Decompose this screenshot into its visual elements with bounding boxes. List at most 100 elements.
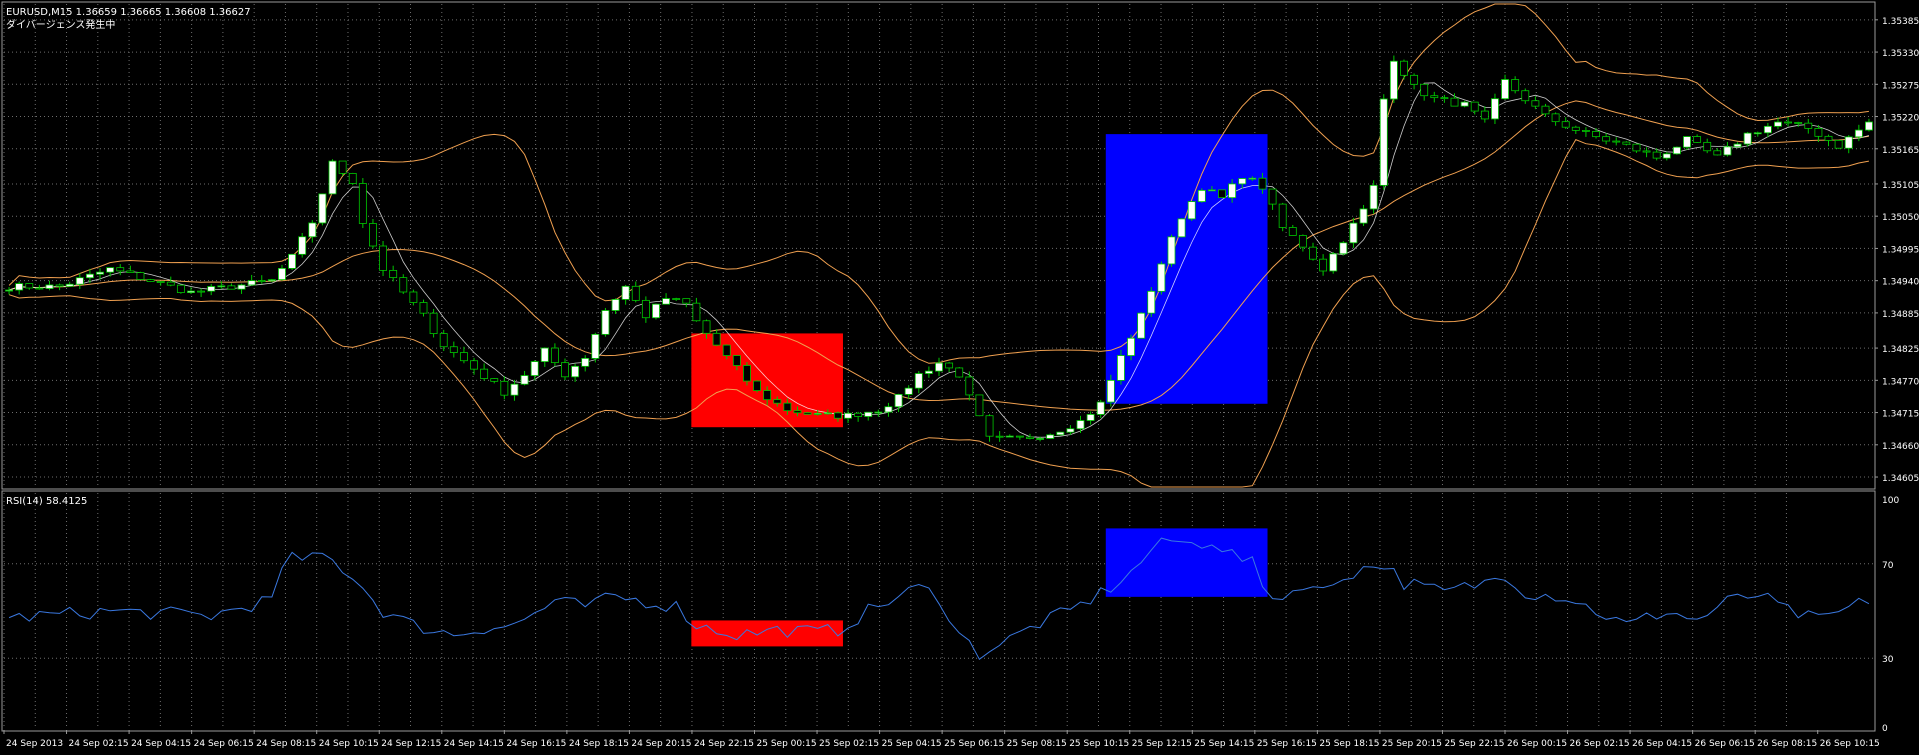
candle-body [1774, 121, 1782, 127]
candle-body [1349, 222, 1358, 244]
candle-body [1541, 105, 1550, 115]
time-axis-label: 25 Sep 00:15 [757, 739, 817, 749]
candle-body [1400, 60, 1408, 76]
candle-body [935, 362, 943, 372]
candle-body [1521, 90, 1530, 102]
candle-body [1844, 136, 1853, 149]
candle-body [45, 284, 54, 289]
candle-body [389, 269, 398, 278]
price-axis-label: 1.34885 [1882, 310, 1919, 320]
candle-body [1551, 113, 1560, 123]
candle-body [338, 160, 347, 174]
candle-body [1794, 122, 1803, 124]
candle-body [894, 394, 903, 408]
candle-body [267, 279, 276, 282]
time-axis-label: 25 Sep 10:15 [1069, 739, 1129, 749]
candle-body [278, 268, 286, 281]
candle-body [1683, 136, 1691, 148]
candle-body [823, 412, 832, 415]
candle-body [985, 415, 994, 437]
candle-body [480, 368, 489, 379]
time-axis-label: 26 Sep 10:15 [1820, 739, 1880, 749]
time-axis-label: 24 Sep 06:15 [194, 739, 254, 749]
candle-body [1642, 150, 1651, 153]
candle-body [217, 285, 226, 288]
price-axis-label: 1.34770 [1882, 377, 1919, 387]
rsi-axis-label: 100 [1882, 496, 1899, 506]
candle-body [247, 280, 256, 286]
candle-body [1470, 101, 1479, 112]
candle-body [1632, 143, 1641, 152]
price-axis-label: 1.35165 [1882, 146, 1919, 156]
candle-body [1167, 236, 1176, 265]
candle-body [1329, 253, 1338, 272]
candle-body [581, 357, 590, 367]
candle-body [1147, 290, 1156, 314]
candle-body [237, 284, 246, 290]
candle-body [1784, 121, 1793, 124]
candle-body [1379, 98, 1388, 186]
symbol-info: EURUSD,M15 1.36659 1.36665 1.36608 1.366… [6, 7, 251, 18]
rsi-label: RSI(14) 58.4125 [6, 496, 87, 507]
trading-chart[interactable]: 1.35385 1.35330 1.35275 1.35220 1.35165 1.351… [0, 0, 1919, 755]
time-axis-label: 24 Sep 08:15 [256, 739, 316, 749]
candle-body [1440, 97, 1449, 100]
candle-body [1359, 208, 1368, 224]
candle-body [1491, 98, 1499, 120]
candle-body [348, 173, 357, 184]
candle-body [1015, 435, 1024, 438]
candle-body [1592, 131, 1600, 138]
candle-body [1117, 355, 1125, 381]
candle-body [136, 272, 145, 280]
candle-body [1410, 74, 1419, 85]
price-axis-label: 1.35105 [1882, 181, 1919, 191]
candle-body [1703, 141, 1712, 152]
candle-body [369, 223, 377, 247]
candle-body [1005, 435, 1014, 438]
candle-body [1076, 420, 1085, 430]
candle-body [1480, 110, 1489, 120]
rsi-axis-label: 70 [1882, 561, 1894, 571]
candle-body [25, 283, 34, 289]
candle-body [166, 281, 175, 286]
candle-body [1187, 201, 1196, 220]
candle-body [813, 413, 822, 415]
price-axis-label: 1.35220 [1882, 114, 1919, 124]
candle-body [722, 344, 731, 356]
time-axis-label: 26 Sep 02:15 [1570, 739, 1630, 749]
candle-body [1137, 312, 1146, 339]
candle-body [621, 285, 630, 300]
candle-body [308, 222, 317, 238]
candle-body [1824, 135, 1833, 141]
candle-body [1177, 218, 1186, 238]
candle-body [429, 312, 438, 334]
time-axis-label: 25 Sep 22:15 [1444, 739, 1504, 749]
candle-body [571, 365, 580, 378]
candle-body [995, 435, 1004, 438]
candle-body [1693, 136, 1702, 143]
time-axis-label: 24 Sep 14:15 [444, 739, 504, 749]
candle-body [15, 283, 24, 291]
candle-body [793, 410, 802, 414]
rsi-divergence-box-blue [1105, 528, 1268, 597]
candle-body [288, 253, 297, 269]
candle-body [1763, 125, 1772, 134]
candle-body [955, 367, 964, 378]
candle-body [197, 290, 206, 293]
price-axis-label: 1.34825 [1882, 345, 1919, 355]
price-axis-label: 1.35385 [1882, 17, 1919, 27]
candle-body [379, 245, 387, 271]
candle-body [1430, 95, 1439, 99]
candle-body [702, 320, 711, 334]
candle-body [712, 332, 721, 346]
time-axis-label: 24 Sep 16:15 [506, 739, 566, 749]
candle-body [1096, 401, 1105, 415]
candle-body [298, 236, 307, 255]
candle-body [1501, 79, 1509, 100]
candle-body [662, 298, 671, 305]
candle-body [864, 411, 873, 417]
rsi-axis-label: 0 [1882, 724, 1888, 734]
candle-body [399, 277, 408, 293]
candle-body [641, 299, 650, 319]
candle-body [1248, 177, 1257, 180]
